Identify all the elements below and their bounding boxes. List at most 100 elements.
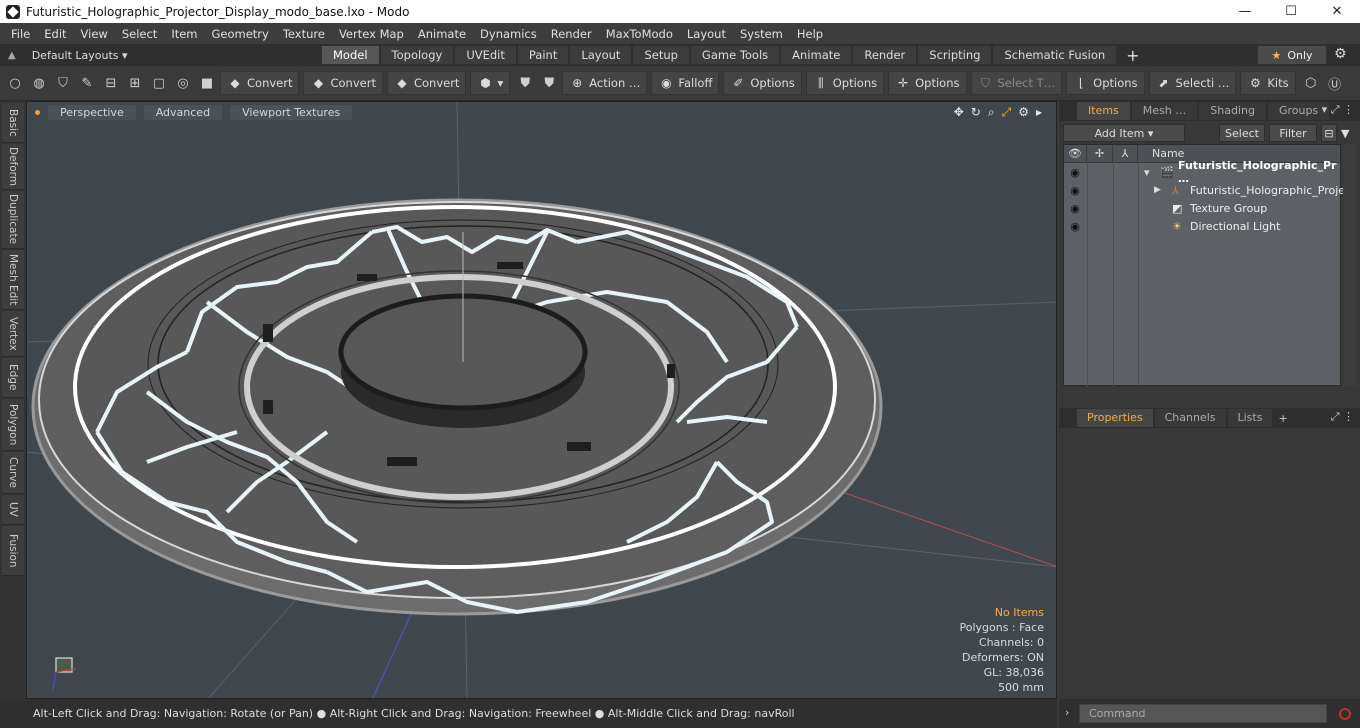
select-through-button[interactable]: ⛉ Select T…: [970, 71, 1063, 95]
tab-model[interactable]: Model: [322, 46, 379, 64]
item-mode-icon[interactable]: ▢: [148, 72, 170, 94]
funnel-icon[interactable]: ▼: [1341, 127, 1355, 140]
tab-mesh[interactable]: Mesh …: [1131, 102, 1198, 120]
record-macro-icon[interactable]: [1335, 704, 1355, 723]
list-item[interactable]: ◉ ▶ ⅄ Futuristic_Holographic_Proje…: [1064, 181, 1356, 199]
options-button-2[interactable]: ⫼ Options: [805, 71, 885, 95]
unity-icon[interactable]: ⬡: [1300, 72, 1322, 94]
filter-button[interactable]: Filter: [1269, 124, 1317, 142]
minimize-button[interactable]: —: [1222, 0, 1268, 23]
panel-menu-icon[interactable]: ⤢ ⋮: [1331, 410, 1354, 424]
list-item[interactable]: ◉ ▾ 🎬 Futuristic_Holographic_Pr …: [1064, 159, 1340, 185]
command-input[interactable]: Command: [1079, 704, 1327, 723]
tab-shading[interactable]: Shading: [1199, 102, 1266, 120]
menu-geometry[interactable]: Geometry: [205, 27, 276, 41]
tab-paint[interactable]: Paint: [517, 46, 569, 64]
tab-schematic-fusion[interactable]: Schematic Fusion: [993, 46, 1117, 64]
left-tab-deform[interactable]: Deform: [2, 144, 24, 190]
left-tab-vertex[interactable]: Vertex: [2, 311, 24, 357]
eye-icon[interactable]: ◉: [1064, 181, 1086, 199]
collapse-icon[interactable]: ▲: [8, 50, 16, 61]
rotate-icon[interactable]: ↻: [971, 105, 981, 120]
left-tab-mesh-edit[interactable]: Mesh Edit: [2, 250, 24, 310]
tab-lists[interactable]: Lists: [1227, 409, 1273, 427]
edges-icon[interactable]: ⊟: [100, 72, 122, 94]
item-list-scrollbar[interactable]: [1343, 144, 1356, 386]
unreal-icon[interactable]: Ⓤ: [1324, 72, 1346, 94]
menu-animate[interactable]: Animate: [411, 27, 473, 41]
viewport-dot-icon[interactable]: [35, 109, 40, 115]
visibility-header-icon[interactable]: 👁: [1064, 144, 1087, 163]
symmetry-icon[interactable]: ⛊: [514, 72, 536, 94]
convert-button-2[interactable]: ◆ Convert: [303, 71, 383, 95]
left-tab-uv[interactable]: UV: [2, 495, 24, 525]
snap-icon[interactable]: ⛊: [538, 72, 560, 94]
layouts-dropdown[interactable]: Default Layouts ▾: [32, 49, 128, 62]
maximize-button[interactable]: ☐: [1268, 0, 1314, 23]
eye-icon[interactable]: ◉: [1064, 199, 1086, 217]
gear-icon[interactable]: ⚙: [1334, 46, 1347, 62]
left-tab-edge[interactable]: Edge: [2, 358, 24, 398]
add-item-button[interactable]: Add Item ▾: [1063, 124, 1185, 142]
menu-texture[interactable]: Texture: [276, 27, 332, 41]
tab-layout[interactable]: Layout: [570, 46, 632, 64]
globe-icon[interactable]: ◍: [28, 72, 50, 94]
expand-arrow-icon[interactable]: ▸: [1036, 105, 1042, 120]
menu-system[interactable]: System: [733, 27, 790, 41]
tab-properties[interactable]: Properties: [1077, 409, 1153, 427]
pan-icon[interactable]: ✥: [954, 105, 964, 120]
menu-view[interactable]: View: [74, 27, 115, 41]
tab-items[interactable]: Items: [1077, 102, 1130, 120]
close-button[interactable]: ✕: [1314, 0, 1360, 23]
left-tab-polygon[interactable]: Polygon: [2, 399, 24, 451]
tab-animate[interactable]: Animate: [781, 46, 852, 64]
polygon-icon[interactable]: ⊞: [124, 72, 146, 94]
shield-icon[interactable]: ⛉: [52, 72, 74, 94]
action-center-button[interactable]: ⊕ Action …: [562, 71, 648, 95]
eye-icon[interactable]: ◉: [1064, 163, 1086, 181]
3d-viewport[interactable]: Perspective Advanced Viewport Textures ✥…: [26, 101, 1057, 699]
convert-button-1[interactable]: ◆ Convert: [220, 71, 300, 95]
command-arrow-icon[interactable]: ›: [1065, 706, 1069, 719]
advanced-button[interactable]: Advanced: [143, 104, 223, 120]
list-item[interactable]: ◉ ☀ Directional Light: [1064, 217, 1340, 235]
left-tab-duplicate[interactable]: Duplicate: [2, 191, 24, 249]
menu-file[interactable]: File: [4, 27, 37, 41]
menu-select[interactable]: Select: [115, 27, 164, 41]
falloff-button[interactable]: ◉ Falloff: [651, 71, 720, 95]
options-button-1[interactable]: ✐ Options: [723, 71, 802, 95]
expand-icon[interactable]: ▶: [1154, 185, 1161, 195]
lock-header-icon[interactable]: ✢: [1087, 144, 1113, 163]
fit-icon[interactable]: ⤢: [1002, 105, 1012, 120]
tab-game-tools[interactable]: Game Tools: [690, 46, 780, 64]
menu-help[interactable]: Help: [790, 27, 830, 41]
viewport-gear-icon[interactable]: ⚙: [1018, 105, 1029, 120]
pen-icon[interactable]: ✎: [76, 72, 98, 94]
tab-groups[interactable]: Groups: [1267, 102, 1330, 120]
menu-dynamics[interactable]: Dynamics: [473, 27, 544, 41]
selection-button[interactable]: ⬈ Selecti …: [1148, 71, 1237, 95]
material-icon[interactable]: ◎: [172, 72, 194, 94]
tab-uvedit[interactable]: UVEdit: [455, 46, 516, 64]
menu-render[interactable]: Render: [544, 27, 599, 41]
tab-scripting[interactable]: Scripting: [918, 46, 992, 64]
left-tab-curve[interactable]: Curve: [2, 452, 24, 494]
add-tab-icon[interactable]: +: [1126, 46, 1139, 65]
options-button-3[interactable]: ✛ Options: [888, 71, 967, 95]
only-toggle[interactable]: ★ Only: [1258, 46, 1326, 64]
cube-icon[interactable]: ■: [196, 72, 218, 94]
panel-menu-icon[interactable]: ▾ ⤢ ⋮: [1322, 103, 1354, 117]
shading-dropdown[interactable]: ⬢ ▾: [470, 71, 511, 95]
viewport-textures-button[interactable]: Viewport Textures: [230, 104, 353, 120]
menu-item[interactable]: Item: [164, 27, 204, 41]
tab-topology[interactable]: Topology: [380, 46, 454, 64]
convert-button-3[interactable]: ◆ Convert: [386, 71, 467, 95]
tab-channels[interactable]: Channels: [1154, 409, 1226, 427]
left-tab-basic[interactable]: Basic: [2, 103, 24, 143]
menu-layout[interactable]: Layout: [680, 27, 733, 41]
kits-button[interactable]: ⚙ Kits: [1240, 71, 1296, 95]
menu-maxtomodo[interactable]: MaxToModo: [599, 27, 680, 41]
left-tab-fusion[interactable]: Fusion: [2, 526, 24, 576]
render-header-icon[interactable]: ⅄: [1113, 144, 1138, 163]
menu-edit[interactable]: Edit: [37, 27, 73, 41]
